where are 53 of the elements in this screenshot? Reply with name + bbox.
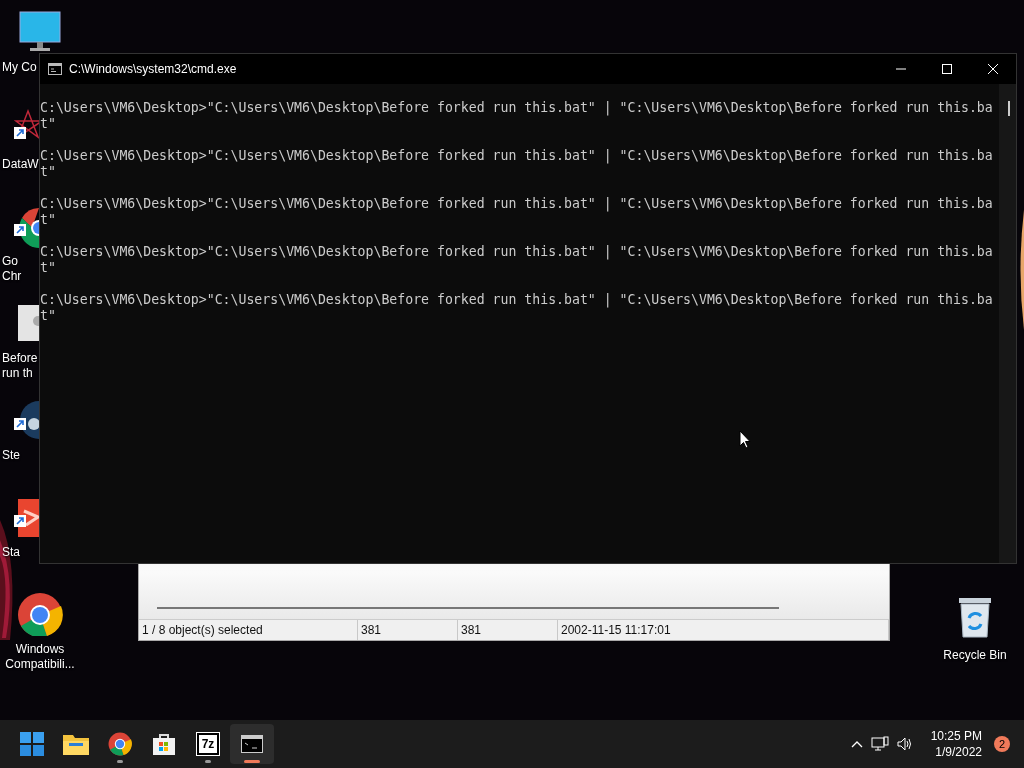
console-line: C:\Users\VM6\Desktop>"C:\Users\VM6\Desktop\Before forked run this.bat" | "C:\Users\VM6\Desktop\Before forked run this.ba xyxy=(40,244,993,260)
desktop-icon-label: Go xyxy=(2,254,18,269)
status-bar-text: 1 / 8 object(s) selected xyxy=(139,620,358,640)
maximize-icon xyxy=(942,64,952,74)
running-indicator xyxy=(205,760,211,763)
taskbar-app-button[interactable] xyxy=(230,724,274,764)
chrome-icon[interactable] xyxy=(17,592,63,636)
windows-logo-icon xyxy=(20,732,44,756)
clock-time: 10:25 PM xyxy=(930,728,982,744)
desktop-icon-label: Before xyxy=(2,351,38,366)
desktop-icon-label: Sta xyxy=(2,545,20,560)
running-indicator xyxy=(244,760,260,763)
status-bar-text: 2002-11-15 11:17:01 xyxy=(558,620,889,640)
recycle-bin-icon[interactable] xyxy=(957,596,993,638)
chevron-up-icon[interactable] xyxy=(850,740,863,748)
desktop-icon-label: Chr xyxy=(2,269,22,284)
mouse-pointer-icon xyxy=(739,430,751,449)
text-cursor xyxy=(1008,101,1010,116)
store-bag-icon xyxy=(152,732,176,756)
status-bar-text: 381 xyxy=(358,620,458,640)
volume-icon[interactable] xyxy=(896,737,913,751)
console-line: t" xyxy=(40,212,56,228)
desktop-icon-label: My Co xyxy=(2,60,37,75)
window-title: C:\Windows\system32\cmd.exe xyxy=(69,62,238,76)
seven-zip-icon: 7z xyxy=(196,733,220,755)
console-line: C:\Users\VM6\Desktop>"C:\Users\VM6\Desktop\Before forked run this.bat" | "C:\Users\VM6\Desktop\Before forked run this.ba xyxy=(40,148,993,164)
notification-badge[interactable]: 2 xyxy=(994,736,1010,752)
console-line: C:\Users\VM6\Desktop>"C:\Users\VM6\Desktop\Before forked run this.bat" | "C:\Users\VM6\Desktop\Before forked run this.ba xyxy=(40,196,993,212)
console-app-icon xyxy=(48,63,62,75)
taskbar-app-button[interactable]: 7z xyxy=(186,724,230,764)
close-icon xyxy=(987,63,999,75)
desktop-icon-label: Compatibili... xyxy=(5,657,75,672)
monitor-icon[interactable] xyxy=(18,10,62,54)
folder-icon xyxy=(63,733,89,755)
scrollbar[interactable] xyxy=(999,84,1016,563)
console-line: t" xyxy=(40,260,56,276)
console-line: t" xyxy=(40,308,56,324)
console-line: t" xyxy=(40,116,56,132)
console-line: t" xyxy=(40,164,56,180)
running-indicator xyxy=(117,760,123,763)
clock[interactable]: 10:25 PM 1/9/2022 xyxy=(930,728,982,760)
terminal-icon xyxy=(241,735,263,753)
chrome-icon xyxy=(108,732,132,756)
network-icon[interactable] xyxy=(870,736,889,752)
status-bar-text: 381 xyxy=(458,620,558,640)
desktop-icon-label: run th xyxy=(2,366,33,381)
desktop-icon-label: Ste xyxy=(2,448,20,463)
console-line: C:\Users\VM6\Desktop>"C:\Users\VM6\Desktop\Before forked run this.bat" | "C:\Users\VM6\Desktop\Before forked run this.ba xyxy=(40,292,993,308)
console-line: C:\Users\VM6\Desktop>"C:\Users\VM6\Desktop\Before forked run this.bat" | "C:\Users\VM6\Desktop\Before forked run this.ba xyxy=(40,100,993,116)
clock-date: 1/9/2022 xyxy=(935,744,982,760)
desktop-icon-label: DataW xyxy=(2,157,39,172)
desktop-icon-label: Recycle Bin xyxy=(943,648,1007,663)
desktop-icon-label: Windows xyxy=(15,642,65,657)
